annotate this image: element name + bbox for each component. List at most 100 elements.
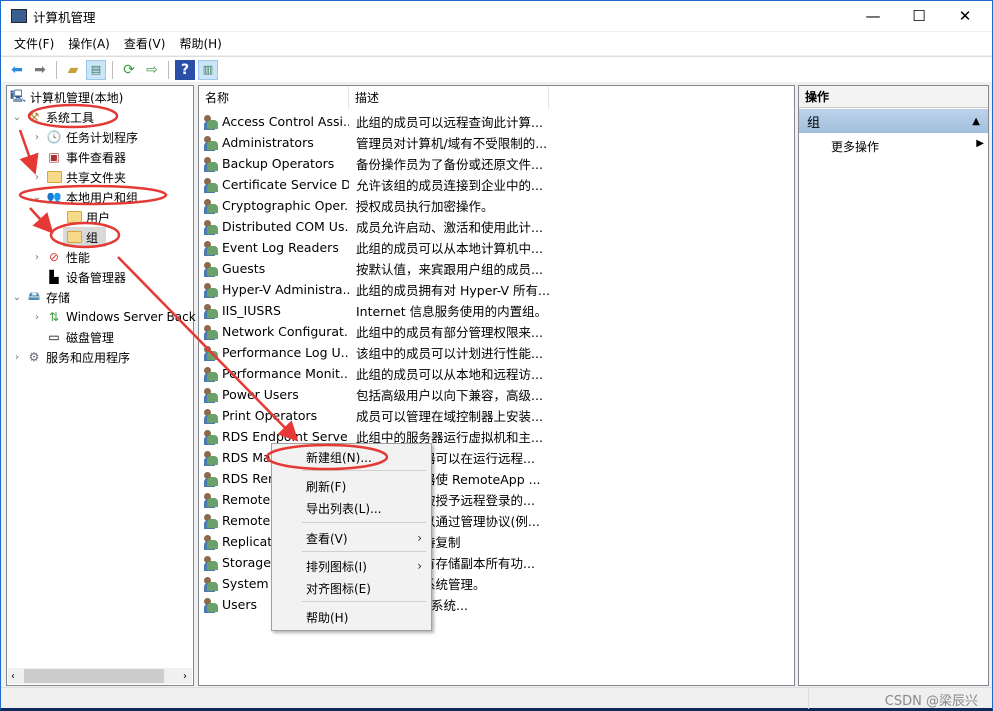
group-icon (203, 240, 219, 256)
tree-disk-management[interactable]: ▭ 磁盘管理 (43, 327, 114, 347)
close-button[interactable]: ✕ (942, 1, 988, 31)
table-row[interactable]: Cryptographic Oper... 授权成员执行加密操作。 (199, 195, 494, 216)
menu-view[interactable]: 查看(V) (117, 35, 173, 52)
menu-arrange-icons[interactable]: 排列图标(I) › (306, 556, 426, 576)
menu-file[interactable]: 文件(F) (7, 35, 61, 52)
tree-windows-server-backup[interactable]: › ⇅ Windows Server Back (31, 307, 196, 327)
group-description: 被授予远程登录的... (423, 493, 535, 508)
chevron-right-icon[interactable]: › (31, 172, 43, 183)
collapse-up-icon[interactable]: ▲ (972, 116, 980, 127)
menu-refresh[interactable]: 刷新(F) (306, 476, 426, 496)
tree-users[interactable]: 用户 (63, 207, 110, 227)
scrollbar-thumb[interactable] (24, 669, 164, 683)
group-name: IIS_IUSRS (222, 303, 281, 318)
horizontal-scrollbar[interactable]: ‹ › (8, 668, 192, 684)
menu-help[interactable]: 帮助(H) (172, 35, 228, 52)
shared-folder-icon (46, 171, 62, 183)
table-row[interactable]: Backup Operators 备份操作员为了备份或还原文件... (199, 153, 543, 174)
actions-group-header[interactable]: 组 ▲ (799, 109, 988, 133)
column-header-name[interactable]: 名称 (199, 86, 349, 109)
column-header-description[interactable]: 描述 (349, 86, 549, 109)
table-row[interactable]: Print Operators 成员可以管理在域控制器上安装... (199, 405, 543, 426)
table-row[interactable]: Performance Log U... 该组中的成员可以计划进行性能... (199, 342, 543, 363)
up-folder-icon[interactable]: ▰ (63, 60, 83, 80)
group-description: 备份操作员为了备份或还原文件... (356, 157, 543, 172)
tree-task-scheduler[interactable]: › 🕓 任务计划程序 (31, 127, 138, 147)
title-bar: 计算机管理 — ☐ ✕ (1, 1, 992, 31)
group-name: Event Log Readers (222, 240, 339, 255)
table-row[interactable]: Network Configurat... 此组中的成员有部分管理权限来... (199, 321, 543, 342)
menu-help[interactable]: 帮助(H) (306, 607, 426, 627)
export-list-icon[interactable]: ⇨ (142, 60, 162, 80)
group-icon (203, 282, 219, 298)
group-icon (203, 492, 219, 508)
users-icon: 👥 (46, 190, 62, 204)
chevron-right-icon[interactable]: › (31, 132, 43, 143)
chevron-right-icon[interactable]: › (31, 252, 43, 263)
submenu-arrow-icon: › (417, 531, 422, 545)
chevron-down-icon[interactable]: ⌄ (11, 292, 23, 303)
status-bar: CSDN @梁辰兴 (1, 687, 992, 709)
help-icon[interactable]: ? (175, 59, 195, 80)
menu-new-group[interactable]: 新建组(N)... (306, 447, 426, 467)
tree-storage[interactable]: ⌄ 🖴 存储 (11, 287, 70, 307)
show-hide-action-icon[interactable]: ▥ (198, 59, 218, 80)
tree-shared-folders[interactable]: › 共享文件夹 (31, 167, 126, 187)
chevron-down-icon[interactable]: ⌄ (11, 112, 23, 123)
group-description: 成员允许启动、激活和使用此计... (356, 220, 543, 235)
table-row[interactable]: Event Log Readers 此组的成员可以从本地计算机中... (199, 237, 543, 258)
tree-event-viewer[interactable]: › ▣ 事件查看器 (31, 147, 126, 167)
table-row[interactable]: Administrators 管理员对计算机/域有不受限制的... (199, 132, 547, 153)
table-row[interactable]: IIS_IUSRS Internet 信息服务使用的内置组。 (199, 300, 547, 321)
submenu-arrow-icon: › (417, 559, 422, 573)
toolbar: ⬅ ➡ ▰ ▤ ⟳ ⇨ ? ▥ (1, 56, 992, 82)
group-icon (203, 429, 219, 445)
table-row[interactable]: Guests 按默认值，来宾跟用户组的成员... (199, 258, 543, 279)
group-icon (203, 387, 219, 403)
table-row[interactable]: Power Users 包括高级用户以向下兼容，高级... (199, 384, 543, 405)
group-icon (203, 513, 219, 529)
folder-icon (66, 231, 82, 243)
tree-system-tools[interactable]: ⌄ ⚒ 系统工具 (11, 107, 94, 127)
table-row[interactable]: Hyper-V Administra... 此组的成员拥有对 Hyper-V 所有… (199, 279, 550, 300)
scroll-right-icon[interactable]: › (183, 671, 187, 682)
tree-local-users-groups[interactable]: ⌄ 👥 本地用户和组 (31, 187, 138, 207)
chevron-right-icon[interactable]: › (11, 352, 23, 363)
menu-view[interactable]: 查看(V) › (306, 528, 426, 548)
context-menu: 新建组(N)... 刷新(F) 导出列表(L)... 查看(V) › 排列图标(I… (271, 443, 432, 631)
chevron-right-icon[interactable]: › (31, 312, 43, 323)
table-row[interactable]: Certificate Service D... 允许该组的成员连接到企业中的..… (199, 174, 543, 195)
refresh-icon[interactable]: ⟳ (119, 60, 139, 80)
group-description: 系统管理。 (423, 577, 486, 592)
group-description: 包括高级用户以向下兼容，高级... (356, 388, 543, 403)
tree-device-manager[interactable]: ▙ 设备管理器 (43, 267, 126, 287)
menu-line-up-icons[interactable]: 对齐图标(E) (306, 578, 426, 598)
table-row[interactable]: Distributed COM Us... 成员允许启动、激活和使用此计... (199, 216, 543, 237)
chevron-right-icon[interactable]: › (31, 152, 43, 163)
chevron-down-icon[interactable]: ⌄ (31, 192, 43, 203)
tools-icon: ⚒ (28, 110, 40, 124)
group-description: 该组中的成员可以计划进行性能... (356, 346, 543, 361)
device-manager-icon: ▙ (49, 270, 59, 284)
group-description: 管理员对计算机/域有不受限制的... (356, 136, 548, 151)
submenu-arrow-icon: ▶ (976, 138, 984, 149)
menu-action[interactable]: 操作(A) (61, 35, 117, 52)
table-row[interactable]: Performance Monit... 此组的成员可以从本地和远程访... (199, 363, 543, 384)
group-name: Cryptographic Oper... (222, 198, 349, 213)
tree-root[interactable]: 🖳 计算机管理(本地) (7, 87, 123, 107)
tree-performance[interactable]: › ⊘ 性能 (31, 247, 90, 267)
scroll-left-icon[interactable]: ‹ (11, 671, 15, 682)
back-icon[interactable]: ⬅ (7, 60, 27, 80)
minimize-button[interactable]: — (850, 1, 896, 31)
more-actions[interactable]: 更多操作 ▶ (831, 138, 986, 155)
show-hide-tree-icon[interactable]: ▤ (86, 59, 106, 80)
group-description: 持复制 (423, 535, 461, 550)
tree-groups[interactable]: 组 (63, 227, 107, 247)
group-description: Internet 信息服务使用的内置组。 (356, 304, 548, 319)
group-name: Performance Log U... (222, 345, 349, 360)
maximize-button[interactable]: ☐ (896, 1, 942, 31)
menu-export-list[interactable]: 导出列表(L)... (306, 498, 426, 518)
forward-icon[interactable]: ➡ (30, 60, 50, 80)
tree-services-apps[interactable]: › ⚙ 服务和应用程序 (11, 347, 130, 367)
table-row[interactable]: Access Control Assi... 此组的成员可以远程查询此计算... (199, 111, 543, 132)
